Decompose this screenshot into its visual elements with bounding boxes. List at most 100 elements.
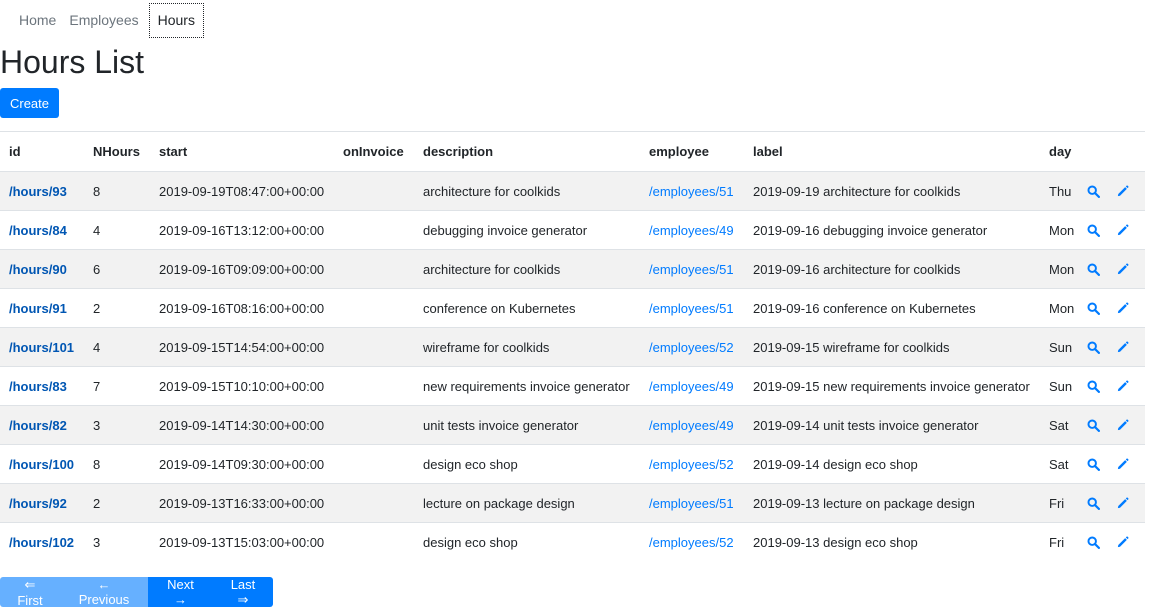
nav-hours-link[interactable]: Hours	[148, 2, 204, 38]
search-icon[interactable]	[1087, 224, 1101, 238]
hours-id-link[interactable]: /hours/83	[9, 379, 67, 394]
cell-label: 2019-09-14 unit tests invoice generator	[744, 405, 1040, 445]
cell-nhours: 8	[84, 171, 150, 211]
cell-label: 2019-09-15 new requirements invoice gene…	[744, 366, 1040, 406]
cell-employee: /employees/49	[640, 210, 744, 250]
search-icon[interactable]	[1087, 185, 1101, 199]
cell-day: Thu	[1040, 171, 1082, 211]
search-icon[interactable]	[1087, 341, 1101, 355]
search-icon[interactable]	[1087, 497, 1101, 511]
pencil-icon[interactable]	[1117, 380, 1131, 394]
cell-oninvoice	[334, 327, 414, 367]
hours-id-link[interactable]: /hours/90	[9, 262, 67, 277]
cell-employee: /employees/49	[640, 366, 744, 406]
cell-day: Mon	[1040, 288, 1082, 328]
cell-start: 2019-09-16T08:16:00+00:00	[150, 288, 334, 328]
employee-link[interactable]: /employees/52	[649, 457, 734, 472]
cell-employee: /employees/51	[640, 249, 744, 289]
cell-edit	[1109, 171, 1145, 211]
pencil-icon[interactable]	[1117, 224, 1131, 238]
search-icon[interactable]	[1087, 419, 1101, 433]
hours-id-link[interactable]: /hours/82	[9, 418, 67, 433]
pencil-icon[interactable]	[1117, 185, 1131, 199]
pencil-icon[interactable]	[1117, 263, 1131, 277]
table-row: /hours/101 4 2019-09-15T14:54:00+00:00 wire…	[0, 327, 1145, 367]
employee-link[interactable]: /employees/51	[649, 184, 734, 199]
header-start: start	[150, 131, 334, 172]
table-body: /hours/93 8 2019-09-19T08:47:00+00:00 archi…	[0, 171, 1145, 561]
pencil-icon[interactable]	[1117, 341, 1131, 355]
employee-link[interactable]: /employees/49	[649, 223, 734, 238]
next-page-button[interactable]: Next →	[148, 577, 213, 607]
employee-link[interactable]: /employees/52	[649, 340, 734, 355]
header-oninvoice: onInvoice	[334, 131, 414, 172]
nav-employees-link[interactable]: Employees	[61, 3, 146, 37]
cell-day: Sat	[1040, 405, 1082, 445]
cell-day: Mon	[1040, 210, 1082, 250]
cell-description: lecture on package design	[414, 483, 640, 523]
search-icon[interactable]	[1087, 380, 1101, 394]
cell-start: 2019-09-13T16:33:00+00:00	[150, 483, 334, 523]
employee-link[interactable]: /employees/49	[649, 379, 734, 394]
cell-id: /hours/102	[0, 522, 84, 561]
nav-home-link[interactable]: Home	[0, 3, 61, 37]
create-button[interactable]: Create	[0, 88, 59, 118]
hours-id-link[interactable]: /hours/92	[9, 496, 67, 511]
cell-day: Sun	[1040, 327, 1082, 367]
cell-nhours: 6	[84, 249, 150, 289]
cell-edit	[1109, 249, 1145, 289]
cell-description: architecture for coolkids	[414, 249, 640, 289]
cell-edit	[1109, 444, 1145, 484]
search-icon[interactable]	[1087, 536, 1101, 550]
hours-id-link[interactable]: /hours/102	[9, 535, 74, 550]
hours-id-link[interactable]: /hours/100	[9, 457, 74, 472]
cell-show	[1082, 366, 1109, 406]
employee-link[interactable]: /employees/51	[649, 262, 734, 277]
cell-nhours: 4	[84, 327, 150, 367]
employee-link[interactable]: /employees/52	[649, 535, 734, 550]
cell-show	[1082, 171, 1109, 211]
search-icon[interactable]	[1087, 263, 1101, 277]
pencil-icon[interactable]	[1117, 302, 1131, 316]
employee-link[interactable]: /employees/51	[649, 496, 734, 511]
employee-link[interactable]: /employees/49	[649, 418, 734, 433]
cell-label: 2019-09-13 design eco shop	[744, 522, 1040, 561]
cell-id: /hours/82	[0, 405, 84, 445]
last-page-button[interactable]: Last ⇒	[213, 577, 273, 607]
cell-description: debugging invoice generator	[414, 210, 640, 250]
header-id: id	[0, 131, 84, 172]
first-page-button[interactable]: ⇐ First	[0, 577, 60, 608]
cell-edit	[1109, 522, 1145, 561]
cell-start: 2019-09-15T14:54:00+00:00	[150, 327, 334, 367]
search-icon[interactable]	[1087, 302, 1101, 316]
pencil-icon[interactable]	[1117, 458, 1131, 472]
table-row: /hours/93 8 2019-09-19T08:47:00+00:00 archi…	[0, 171, 1145, 211]
hours-id-link[interactable]: /hours/93	[9, 184, 67, 199]
pencil-icon[interactable]	[1117, 497, 1131, 511]
cell-nhours: 8	[84, 444, 150, 484]
employee-link[interactable]: /employees/51	[649, 301, 734, 316]
cell-description: design eco shop	[414, 444, 640, 484]
pencil-icon[interactable]	[1117, 419, 1131, 433]
hours-id-link[interactable]: /hours/101	[9, 340, 74, 355]
cell-start: 2019-09-13T15:03:00+00:00	[150, 522, 334, 561]
cell-employee: /employees/51	[640, 171, 744, 211]
cell-day: Mon	[1040, 249, 1082, 289]
pencil-icon[interactable]	[1117, 536, 1131, 550]
hours-id-link[interactable]: /hours/91	[9, 301, 67, 316]
cell-oninvoice	[334, 210, 414, 250]
pagination: ⇐ First ← Previous Next → Last ⇒	[0, 577, 273, 608]
breadcrumb: Home Employees Hours	[0, 2, 204, 38]
hours-id-link[interactable]: /hours/84	[9, 223, 67, 238]
cell-employee: /employees/52	[640, 444, 744, 484]
cell-description: wireframe for coolkids	[414, 327, 640, 367]
cell-nhours: 2	[84, 483, 150, 523]
search-icon[interactable]	[1087, 458, 1101, 472]
cell-nhours: 2	[84, 288, 150, 328]
header-employee: employee	[640, 131, 744, 172]
cell-day: Sun	[1040, 366, 1082, 406]
previous-page-button[interactable]: ← Previous	[60, 577, 148, 607]
cell-nhours: 3	[84, 405, 150, 445]
cell-description: new requirements invoice generator	[414, 366, 640, 406]
cell-oninvoice	[334, 444, 414, 484]
